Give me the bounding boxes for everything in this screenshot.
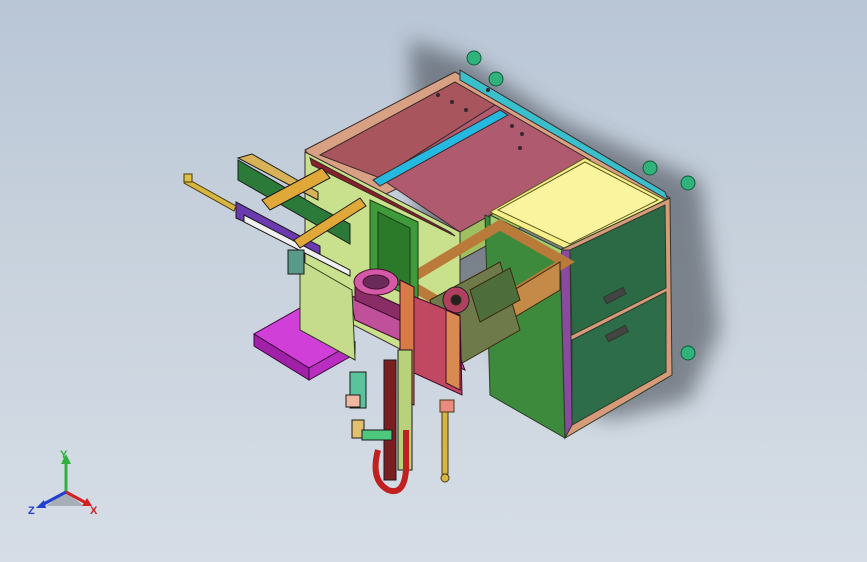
x-axis-label: X xyxy=(90,505,98,517)
vertical-axis[interactable] xyxy=(345,349,413,494)
z-axis-label: Z xyxy=(28,505,35,517)
clamp-ring[interactable] xyxy=(353,268,399,296)
locating-rod-left[interactable] xyxy=(183,173,237,212)
y-axis-label: Y xyxy=(60,449,68,461)
locating-pin-right[interactable] xyxy=(439,399,455,483)
foot-back-left[interactable] xyxy=(466,50,482,66)
graphics-viewport[interactable]: Y X Z xyxy=(0,0,867,562)
cad-assembly-model[interactable] xyxy=(0,0,867,562)
z-arrowhead-icon xyxy=(36,500,46,508)
view-orientation-triad[interactable]: Y X Z xyxy=(26,446,106,526)
